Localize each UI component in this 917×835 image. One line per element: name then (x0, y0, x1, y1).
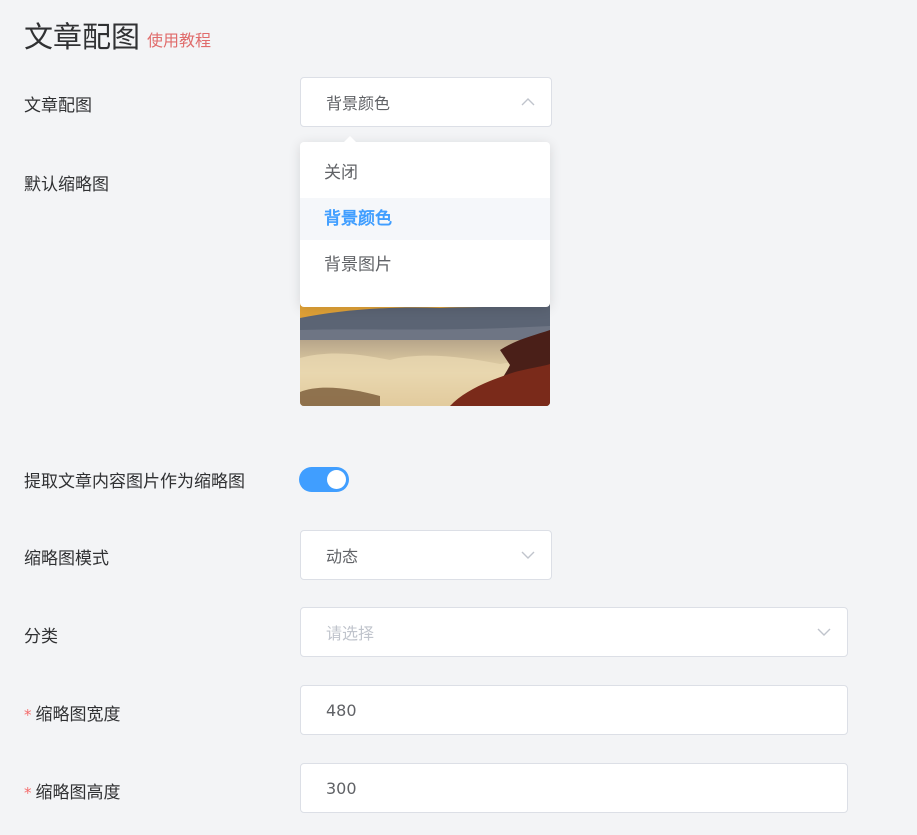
extract-thumb-label: 提取文章内容图片作为缩略图 (24, 472, 245, 492)
article-image-label: 文章配图 (24, 96, 92, 116)
chevron-down-icon (817, 628, 831, 636)
dropdown-arrow (343, 136, 357, 143)
thumb-mode-select[interactable]: 动态 (300, 530, 552, 580)
settings-page: 文章配图 使用教程 文章配图 背景颜色 默认缩略图 关闭 背景颜色 背景图片 提… (0, 0, 917, 835)
thumb-width-label-text: 缩略图宽度 (35, 705, 121, 725)
thumb-height-label: * 缩略图高度 (24, 778, 121, 803)
option-off[interactable]: 关闭 (300, 152, 550, 194)
category-placeholder: 请选择 (326, 624, 375, 643)
option-background-image[interactable]: 背景图片 (300, 244, 550, 286)
thumb-height-label-text: 缩略图高度 (35, 783, 121, 803)
article-image-select[interactable]: 背景颜色 (300, 77, 552, 127)
thumb-width-value: 480 (326, 700, 357, 720)
thumb-width-label: * 缩略图宽度 (24, 700, 121, 725)
thumb-mode-label: 缩略图模式 (24, 549, 109, 569)
article-image-value: 背景颜色 (326, 94, 391, 113)
required-mark: * (24, 784, 32, 802)
category-select[interactable]: 请选择 (300, 607, 848, 657)
tutorial-link[interactable]: 使用教程 (147, 27, 211, 51)
default-thumb-label: 默认缩略图 (24, 175, 109, 195)
category-label: 分类 (24, 627, 58, 647)
page-title: 文章配图 (24, 20, 141, 54)
chevron-up-icon (521, 98, 535, 106)
thumb-height-value: 300 (326, 778, 357, 798)
option-background-color[interactable]: 背景颜色 (300, 198, 550, 240)
switch-knob (327, 470, 346, 489)
chevron-down-icon (521, 551, 535, 559)
thumb-mode-value: 动态 (326, 547, 359, 566)
extract-thumb-switch[interactable] (299, 467, 349, 492)
thumb-height-input[interactable]: 300 (300, 763, 848, 813)
article-image-dropdown: 关闭 背景颜色 背景图片 (300, 136, 550, 307)
thumb-width-input[interactable]: 480 (300, 685, 848, 735)
required-mark: * (24, 706, 32, 724)
